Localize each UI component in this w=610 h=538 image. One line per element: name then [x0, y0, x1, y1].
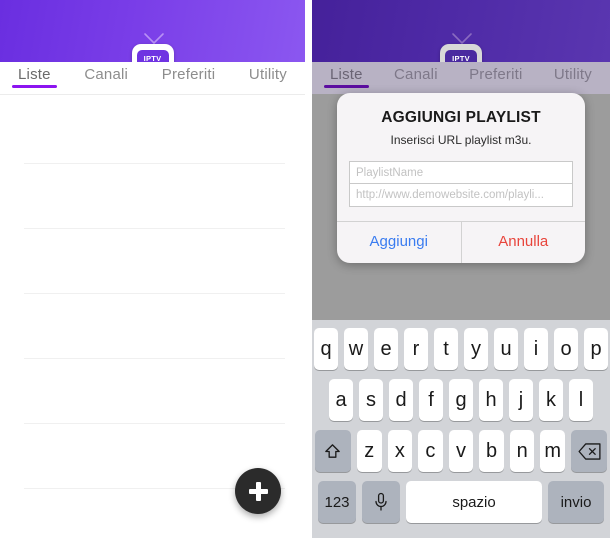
- key-o[interactable]: o: [554, 328, 578, 370]
- backspace-key[interactable]: [571, 430, 608, 472]
- tab-liste-label: Liste: [18, 66, 51, 83]
- list-separator: [24, 423, 285, 424]
- key-t[interactable]: t: [434, 328, 458, 370]
- tab-canali-label: Canali: [84, 66, 129, 83]
- tab-liste[interactable]: Liste: [324, 66, 369, 88]
- dialog-title: AGGIUNGI PLAYLIST: [381, 109, 541, 126]
- space-key[interactable]: spazio: [406, 481, 542, 523]
- key-d[interactable]: d: [389, 379, 413, 421]
- key-v[interactable]: v: [448, 430, 474, 472]
- tab-liste-label: Liste: [330, 66, 363, 83]
- dialog-action-row: Aggiungi Annulla: [337, 221, 585, 263]
- key-p[interactable]: p: [584, 328, 608, 370]
- list-separator: [24, 358, 285, 359]
- tab-canali[interactable]: Canali: [82, 66, 130, 88]
- key-u[interactable]: u: [494, 328, 518, 370]
- dialog-confirm-button[interactable]: Aggiungi: [337, 222, 461, 263]
- dictation-key[interactable]: [362, 481, 400, 523]
- key-l[interactable]: l: [569, 379, 593, 421]
- add-playlist-fab[interactable]: [235, 468, 281, 514]
- tab-liste[interactable]: Liste: [12, 66, 57, 88]
- tab-utility[interactable]: Utility: [552, 66, 594, 88]
- key-j[interactable]: j: [509, 379, 533, 421]
- keyboard-row-3: z x c v b n m: [314, 430, 608, 472]
- onscreen-keyboard: q w e r t y u i o p a s d f g h j k l z …: [312, 320, 610, 538]
- key-g[interactable]: g: [449, 379, 473, 421]
- key-e[interactable]: e: [374, 328, 398, 370]
- keyboard-row-2: a s d f g h j k l: [315, 379, 607, 421]
- phone-screen-right: IPTV Liste Canali Preferiti Utility AGGI…: [312, 0, 610, 538]
- key-n[interactable]: n: [509, 430, 535, 472]
- key-r[interactable]: r: [404, 328, 428, 370]
- key-y[interactable]: y: [464, 328, 488, 370]
- tab-canali-label: Canali: [394, 66, 438, 83]
- enter-key[interactable]: invio: [548, 481, 604, 523]
- plus-icon: [248, 481, 268, 501]
- key-a[interactable]: a: [329, 379, 353, 421]
- key-c[interactable]: c: [418, 430, 443, 472]
- tab-bar: Liste Canali Preferiti Utility: [0, 62, 305, 94]
- tab-utility[interactable]: Utility: [247, 66, 289, 88]
- key-s[interactable]: s: [359, 379, 383, 421]
- dialog-field-group: [337, 161, 585, 221]
- shift-key[interactable]: [314, 430, 351, 472]
- app-header-bar-dimmed: IPTV: [312, 0, 610, 72]
- keyboard-row-1: q w e r t y u i o p: [314, 328, 608, 370]
- dialog-cancel-button[interactable]: Annulla: [460, 222, 586, 263]
- playlist-name-input[interactable]: [349, 161, 573, 184]
- key-k[interactable]: k: [539, 379, 563, 421]
- key-f[interactable]: f: [419, 379, 443, 421]
- dialog-subtitle: Inserisci URL playlist m3u.: [390, 133, 532, 147]
- key-h[interactable]: h: [479, 379, 503, 421]
- microphone-icon: [375, 492, 387, 511]
- tab-utility-label: Utility: [248, 66, 287, 83]
- key-w[interactable]: w: [344, 328, 368, 370]
- add-playlist-dialog: AGGIUNGI PLAYLIST Inserisci URL playlist…: [337, 93, 585, 263]
- keyboard-row-4: 123 spazio invio: [315, 481, 607, 523]
- tab-utility-label: Utility: [553, 66, 592, 83]
- key-i[interactable]: i: [524, 328, 548, 370]
- key-z[interactable]: z: [356, 430, 382, 472]
- tab-canali[interactable]: Canali: [392, 66, 440, 88]
- shift-arrow-icon: [325, 443, 341, 458]
- tab-preferiti[interactable]: Preferiti: [160, 66, 217, 88]
- phone-screen-left: IPTV Liste Canali Preferiti Utility: [0, 0, 305, 538]
- backspace-icon: [577, 442, 601, 460]
- app-header-bar: IPTV: [0, 0, 305, 72]
- numbers-key[interactable]: 123: [318, 481, 356, 523]
- list-separator: [24, 293, 285, 294]
- tab-bar-dimmed: Liste Canali Preferiti Utility: [312, 62, 610, 94]
- key-b[interactable]: b: [479, 430, 504, 472]
- key-x[interactable]: x: [387, 430, 413, 472]
- playlist-url-input[interactable]: [349, 184, 573, 207]
- key-m[interactable]: m: [540, 430, 566, 472]
- list-separator: [24, 163, 285, 164]
- screenshot-stage: IPTV Liste Canali Preferiti Utility IPTV…: [0, 0, 610, 538]
- playlist-list: [0, 95, 305, 538]
- tab-preferiti[interactable]: Preferiti: [467, 66, 524, 88]
- tab-preferiti-label: Preferiti: [161, 66, 216, 83]
- list-separator: [24, 228, 285, 229]
- key-q[interactable]: q: [314, 328, 338, 370]
- tab-preferiti-label: Preferiti: [469, 66, 523, 83]
